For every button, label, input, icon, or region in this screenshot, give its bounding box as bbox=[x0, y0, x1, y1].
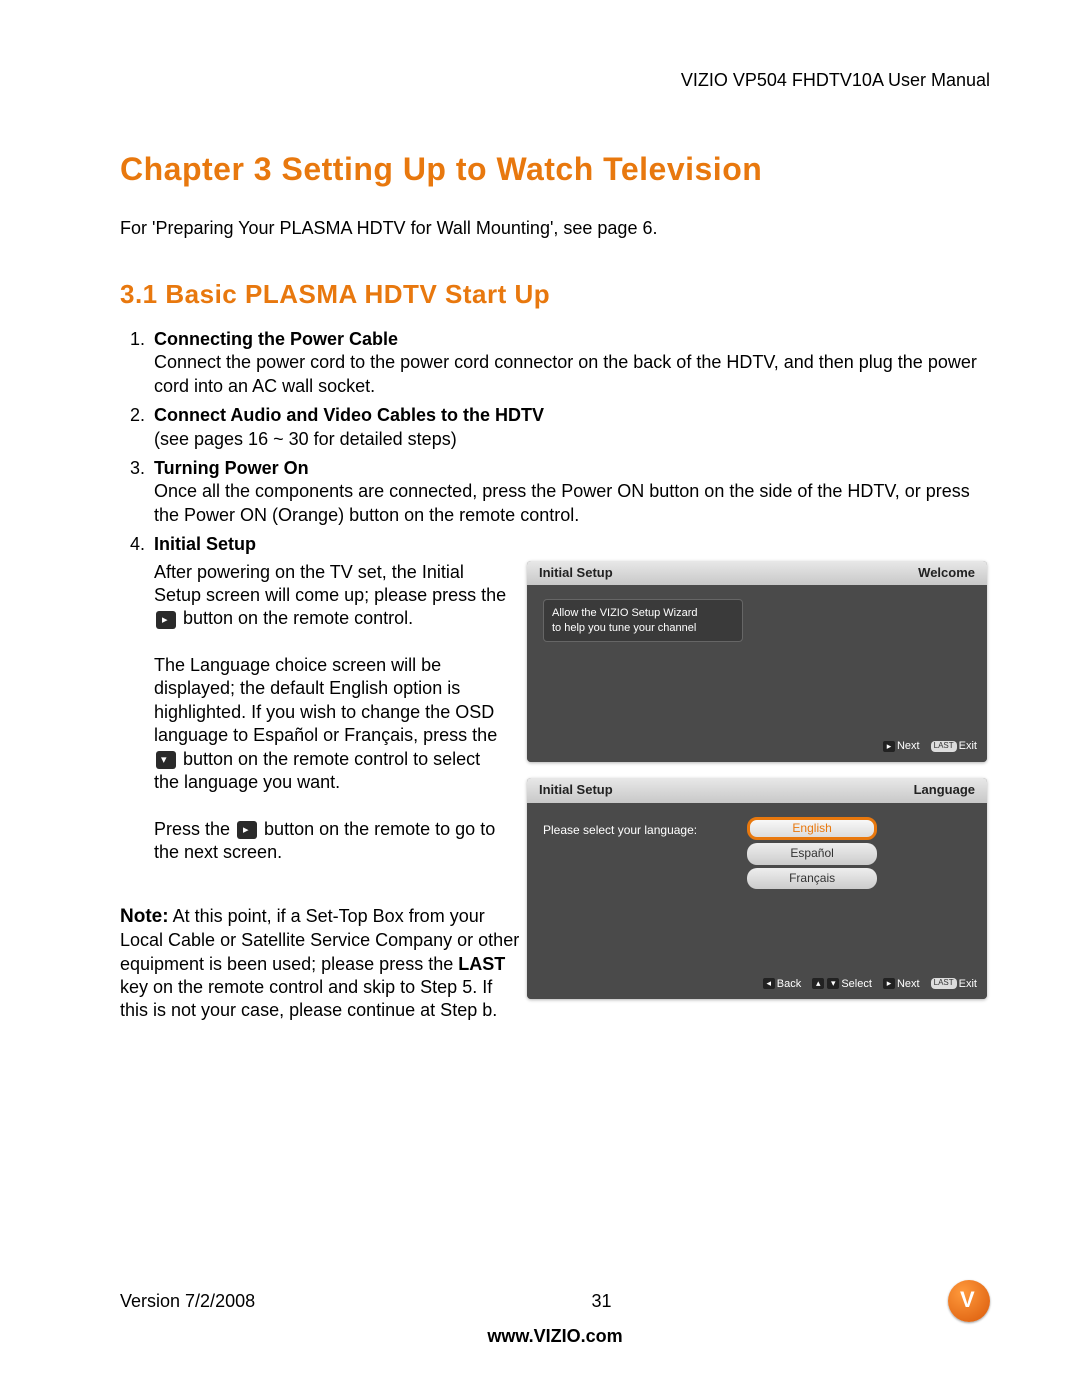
last-key-icon: LAST bbox=[931, 741, 957, 751]
step-3: 3. Turning Power On Once all the compone… bbox=[120, 457, 990, 527]
next-label: Next bbox=[897, 978, 920, 990]
tv-footer: ▸Next LASTExit bbox=[527, 735, 987, 761]
next-label: Next bbox=[897, 740, 920, 752]
note-last-key: LAST bbox=[458, 954, 505, 974]
step4-p1b: button on the remote control. bbox=[178, 608, 413, 628]
tv-header: Initial Setup Welcome bbox=[527, 561, 987, 586]
tv-header-left: Initial Setup bbox=[539, 782, 613, 799]
right-arrow-icon bbox=[237, 821, 257, 839]
tv-header-right: Language bbox=[914, 782, 975, 799]
step-body-text: Once all the components are connected, p… bbox=[154, 481, 970, 524]
step-number: 1. bbox=[120, 328, 154, 398]
tv-screenshot-language: Initial Setup Language Please select you… bbox=[527, 778, 987, 999]
step-1: 1. Connecting the Power Cable Connect th… bbox=[120, 328, 990, 398]
step-4: 4. Initial Setup After powering on the T… bbox=[120, 533, 990, 1023]
step-title: Initial Setup bbox=[154, 534, 256, 554]
wizard-line2: to help you tune your channel bbox=[552, 622, 696, 634]
page-number: 31 bbox=[592, 1291, 612, 1312]
lang-option-francais[interactable]: Français bbox=[747, 868, 877, 890]
vizio-logo-icon bbox=[948, 1280, 990, 1322]
back-label: Back bbox=[777, 978, 801, 990]
left-key-icon: ◂ bbox=[763, 978, 775, 989]
tv-body: Please select your language: English Esp… bbox=[527, 803, 987, 973]
step-number: 3. bbox=[120, 457, 154, 527]
wizard-message: Allow the VIZIO Setup Wizard to help you… bbox=[543, 599, 743, 642]
step-2: 2. Connect Audio and Video Cables to the… bbox=[120, 404, 990, 451]
exit-label: Exit bbox=[959, 978, 977, 990]
chapter-title: Chapter 3 Setting Up to Watch Television bbox=[120, 151, 990, 188]
step-title: Connect Audio and Video Cables to the HD… bbox=[154, 405, 544, 425]
step-title: Connecting the Power Cable bbox=[154, 329, 398, 349]
step4-p2b: button on the remote control to select t… bbox=[154, 749, 480, 792]
step4-p2a: The Language choice screen will be displ… bbox=[154, 655, 497, 745]
right-key-icon: ▸ bbox=[883, 978, 895, 989]
footer-url: www.VIZIO.com bbox=[120, 1326, 990, 1347]
down-key-icon: ▾ bbox=[827, 978, 839, 989]
section-title: 3.1 Basic PLASMA HDTV Start Up bbox=[120, 279, 990, 310]
lang-option-espanol[interactable]: Español bbox=[747, 843, 877, 865]
tv-screenshot-welcome: Initial Setup Welcome Allow the VIZIO Se… bbox=[527, 561, 987, 762]
right-arrow-icon bbox=[156, 611, 176, 629]
last-key-icon: LAST bbox=[931, 978, 957, 988]
page-footer: Version 7/2/2008 31 www.VIZIO.com bbox=[120, 1280, 990, 1347]
tv-header-right: Welcome bbox=[918, 565, 975, 582]
tv-header: Initial Setup Language bbox=[527, 778, 987, 803]
step4-p3a: Press the bbox=[154, 819, 235, 839]
down-arrow-icon bbox=[156, 751, 176, 769]
step-body-text: Connect the power cord to the power cord… bbox=[154, 352, 977, 395]
step-number: 2. bbox=[120, 404, 154, 451]
step-body-text: (see pages 16 ~ 30 for detailed steps) bbox=[154, 429, 457, 449]
step4-two-column: After powering on the TV set, the Initia… bbox=[154, 561, 990, 1023]
right-key-icon: ▸ bbox=[883, 741, 895, 752]
wizard-line1: Allow the VIZIO Setup Wizard bbox=[552, 607, 698, 619]
step-title: Turning Power On bbox=[154, 458, 309, 478]
note-block: Note: At this point, if a Set-Top Box fr… bbox=[120, 905, 520, 1023]
lang-option-english[interactable]: English bbox=[747, 817, 877, 841]
tv-footer: ◂Back ▴▾Select ▸Next LASTExit bbox=[527, 973, 987, 999]
step4-screenshots-column: Initial Setup Welcome Allow the VIZIO Se… bbox=[527, 561, 990, 1023]
steps-list: 1. Connecting the Power Cable Connect th… bbox=[120, 328, 990, 1023]
version-text: Version 7/2/2008 bbox=[120, 1291, 255, 1312]
select-label: Select bbox=[841, 978, 872, 990]
note-label: Note: bbox=[120, 906, 169, 927]
exit-label: Exit bbox=[959, 740, 977, 752]
page: VIZIO VP504 FHDTV10A User Manual Chapter… bbox=[0, 0, 1080, 1397]
tv-body: Allow the VIZIO Setup Wizard to help you… bbox=[527, 585, 987, 735]
intro-text: For 'Preparing Your PLASMA HDTV for Wall… bbox=[120, 218, 990, 239]
document-title: VIZIO VP504 FHDTV10A User Manual bbox=[120, 70, 990, 91]
language-prompt: Please select your language: bbox=[543, 817, 697, 839]
step4-p1a: After powering on the TV set, the Initia… bbox=[154, 562, 506, 605]
tv-header-left: Initial Setup bbox=[539, 565, 613, 582]
note-text-b: key on the remote control and skip to St… bbox=[120, 977, 497, 1020]
up-key-icon: ▴ bbox=[812, 978, 824, 989]
step4-text-column: After powering on the TV set, the Initia… bbox=[154, 561, 509, 1023]
language-options: English Español Français bbox=[747, 817, 877, 890]
